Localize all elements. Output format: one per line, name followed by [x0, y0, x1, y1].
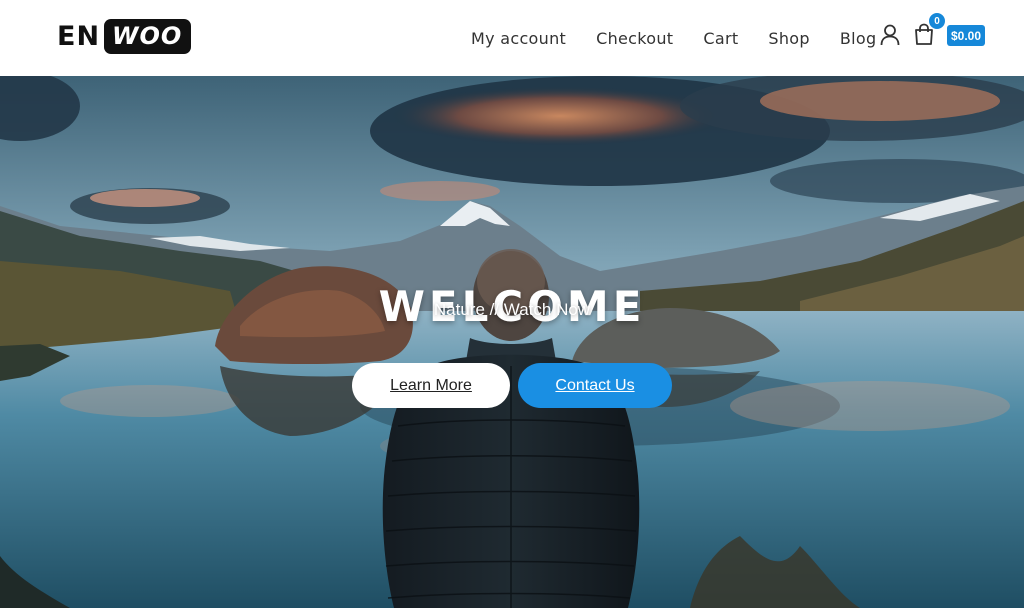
main-nav: My account Checkout Cart Shop Blog	[456, 0, 891, 76]
mini-cart[interactable]: 0 $0.00	[913, 12, 993, 52]
hero-background-image	[0, 76, 1024, 608]
hero-banner: WELCOME Nature // Watch Now Learn More C…	[0, 76, 1024, 608]
nav-cart[interactable]: Cart	[703, 29, 738, 48]
nav-my-account[interactable]: My account	[471, 29, 566, 48]
learn-more-button[interactable]: Learn More	[352, 363, 510, 408]
site-logo[interactable]: EN WOO	[57, 17, 192, 55]
site-header: EN WOO My account Checkout Cart Shop Blo…	[0, 0, 1024, 76]
nav-checkout[interactable]: Checkout	[596, 29, 673, 48]
cart-count-badge: 0	[928, 12, 946, 30]
logo-text-en: EN	[57, 20, 101, 52]
nav-blog[interactable]: Blog	[840, 29, 877, 48]
nav-shop[interactable]: Shop	[768, 29, 809, 48]
hero-subtitle[interactable]: Nature // Watch Now	[0, 300, 1024, 320]
cart-total-badge: $0.00	[947, 25, 986, 46]
logo-text-woo: WOO	[104, 18, 192, 54]
user-icon[interactable]	[880, 24, 900, 46]
contact-us-button[interactable]: Contact Us	[518, 363, 672, 408]
